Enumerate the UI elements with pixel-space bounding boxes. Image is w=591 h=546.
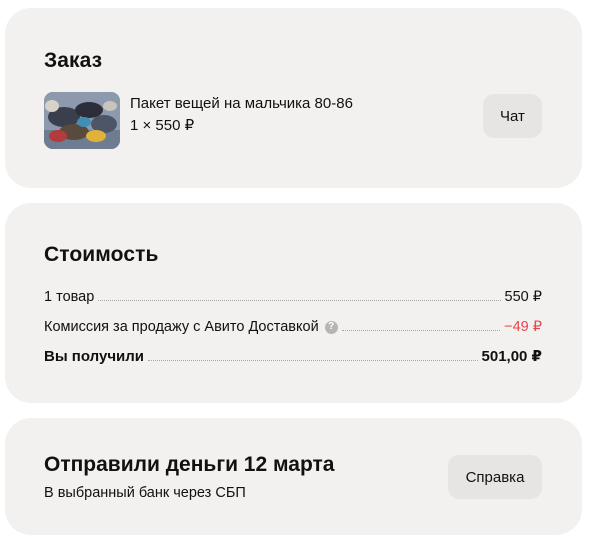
item-name[interactable]: Пакет вещей на мальчика 80-86 xyxy=(130,95,353,112)
cost-row-label: Комиссия за продажу с Авито Доставкой xyxy=(44,319,319,335)
cost-row-commission: Комиссия за продажу с Авито Доставкой ? … xyxy=(44,315,542,335)
cost-row-label-wrap: Комиссия за продажу с Авито Доставкой ? xyxy=(44,319,338,335)
order-title: Заказ xyxy=(44,49,103,72)
cost-row-total: Вы получили 501,00 ₽ xyxy=(44,345,542,365)
product-thumbnail[interactable] xyxy=(44,92,120,149)
help-button[interactable]: Справка xyxy=(448,455,542,499)
cost-row-value: −49 ₽ xyxy=(504,319,542,335)
cost-row-value: 550 ₽ xyxy=(504,289,542,305)
cost-row-value: 501,00 ₽ xyxy=(481,348,542,365)
cost-row-label: Вы получили xyxy=(44,348,145,365)
payout-title: Отправили деньги 12 марта xyxy=(44,453,335,476)
chat-button[interactable]: Чат xyxy=(483,94,542,138)
payout-subtitle: В выбранный банк через СБП xyxy=(44,485,246,501)
cost-title: Стоимость xyxy=(44,243,159,266)
cost-row-label: 1 товар xyxy=(44,289,95,305)
question-icon[interactable]: ? xyxy=(324,320,338,334)
cost-row-items: 1 товар 550 ₽ xyxy=(44,285,542,305)
payout-card: Отправили деньги 12 марта В выбранный ба… xyxy=(5,418,582,535)
product-photo-icon xyxy=(44,92,120,149)
item-price: 1 × 550 ₽ xyxy=(130,117,195,134)
cost-card: Стоимость 1 товар 550 ₽ Комиссия за прод… xyxy=(5,203,582,403)
dotted-leader xyxy=(148,359,478,361)
order-card: Заказ Пакет вещей на мальчика 80-86 1 × … xyxy=(5,8,582,188)
dotted-leader xyxy=(341,329,501,331)
dotted-leader xyxy=(98,299,501,301)
